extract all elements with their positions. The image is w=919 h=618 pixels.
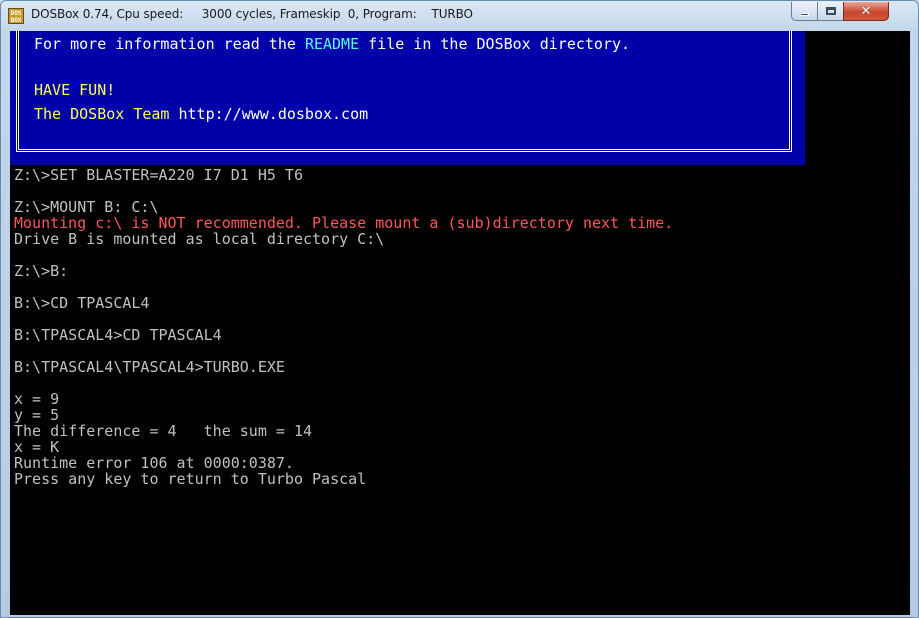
console-line: Z:\>B: (14, 262, 69, 280)
banner-line-readme: For more information read the README fil… (34, 35, 630, 53)
console-output: Z:\>SET BLASTER=A220 I7 D1 H5 T6 Z:\>MOUN… (14, 167, 904, 487)
dosbox-window: DOS BOX DOSBox 0.74, Cpu speed: 3000 cyc… (0, 0, 919, 618)
console-line: Z:\>SET BLASTER=A220 I7 D1 H5 T6 (14, 166, 303, 184)
console-line: Runtime error 106 at 0000:0387. (14, 454, 294, 472)
app-icon-text: DOS BOX (10, 10, 22, 24)
console-line: B:\>CD TPASCAL4 (14, 294, 150, 312)
window-title: DOSBox 0.74, Cpu speed: 3000 cycles, Fra… (31, 7, 473, 21)
console-line: Z:\>MOUNT B: C:\ (14, 198, 159, 216)
console-line: B:\TPASCAL4>CD TPASCAL4 (14, 326, 222, 344)
close-icon: ✕ (860, 3, 872, 19)
maximize-button[interactable] (817, 2, 844, 21)
close-button[interactable]: ✕ (843, 2, 889, 21)
banner-readme-suffix: file in the DOSBox directory. (359, 35, 631, 53)
console-line: The difference = 4 the sum = 14 (14, 422, 313, 440)
console-line: y = 5 (14, 406, 60, 424)
console-line: B:\TPASCAL4\TPASCAL4>TURBO.EXE (14, 358, 285, 376)
minimize-icon (800, 12, 809, 16)
banner-line-have-fun: HAVE FUN! (34, 81, 116, 99)
dosbox-app-icon[interactable]: DOS BOX (8, 8, 24, 24)
banner-line-team: The DOSBox Team http://www.dosbox.com (34, 105, 368, 123)
console-line: x = 9 (14, 390, 60, 408)
console-line: x = K (14, 438, 60, 456)
banner-team-url: http://www.dosbox.com (178, 105, 369, 123)
maximize-icon (825, 7, 836, 15)
console-line: Mounting c:\ is NOT recommended. Please … (14, 214, 674, 232)
banner-readme-highlight: README (304, 35, 360, 53)
title-bar[interactable]: DOS BOX DOSBox 0.74, Cpu speed: 3000 cyc… (1, 1, 918, 31)
banner-readme-prefix: For more information read the (34, 35, 305, 53)
dos-console[interactable]: For more information read the README fil… (10, 31, 910, 615)
console-line: Press any key to return to Turbo Pascal (14, 470, 367, 488)
welcome-banner: For more information read the README fil… (10, 31, 805, 165)
console-line: Drive B is mounted as local directory C:… (14, 230, 385, 248)
minimize-button[interactable] (791, 2, 818, 21)
banner-team-prefix: The DOSBox Team (34, 105, 179, 123)
